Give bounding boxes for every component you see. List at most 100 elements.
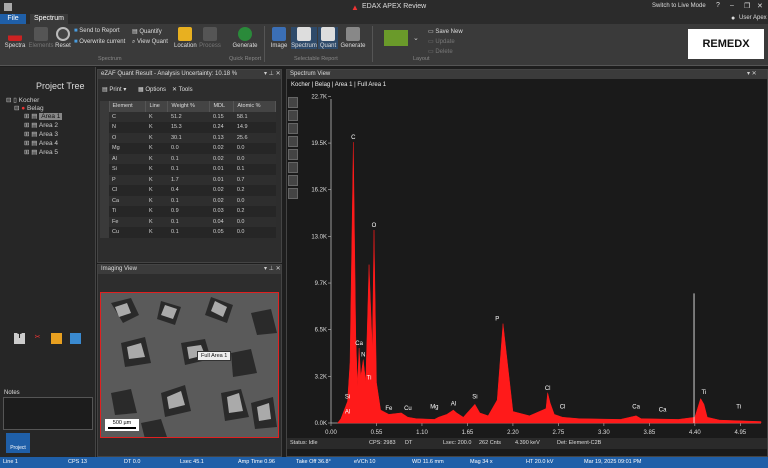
table-row[interactable]: O K 30.1 0.13 25.6: [100, 132, 276, 143]
row-header[interactable]: [100, 143, 109, 154]
y-tick-label: 0.0K: [315, 421, 327, 427]
text-tool-icon[interactable]: T: [14, 333, 25, 344]
row-header[interactable]: [100, 174, 109, 185]
overlay-icon[interactable]: [288, 149, 298, 160]
col-mdl[interactable]: MDL: [209, 101, 235, 112]
location-button[interactable]: Location: [174, 27, 197, 49]
expand-icon[interactable]: ⊞: [24, 122, 29, 129]
row-header[interactable]: [100, 111, 109, 122]
row-header[interactable]: [100, 206, 109, 217]
expand-icon[interactable]: ⊟: [6, 97, 11, 104]
col-element[interactable]: Element: [109, 101, 147, 112]
table-cell: 0.1: [167, 153, 210, 164]
pin-icon[interactable]: ▾ ✕: [747, 70, 757, 77]
expand-icon[interactable]: ⊞: [24, 113, 29, 120]
tree-area-3[interactable]: ⊞ ▤ Area 3: [24, 130, 58, 138]
generate-button[interactable]: Generate: [232, 27, 258, 49]
location-icon: [178, 27, 192, 41]
expand-icon[interactable]: ⊟: [14, 105, 19, 112]
restore-icon[interactable]: ❐: [744, 2, 750, 10]
live-mode-button[interactable]: Switch to Live Mode: [652, 3, 706, 9]
table-row[interactable]: Cu K 0.1 0.05 0.0: [100, 227, 276, 238]
tree-area-2[interactable]: ⊞ ▤ Area 2: [24, 121, 58, 129]
zoom-out-icon[interactable]: [288, 97, 298, 108]
peak-icon[interactable]: [288, 136, 298, 147]
quant-button[interactable]: Quant: [318, 27, 338, 49]
table-row[interactable]: Ti K 0.9 0.03 0.2: [100, 206, 276, 217]
chevron-down-icon[interactable]: ⌄: [413, 34, 419, 42]
process-button[interactable]: Process: [199, 27, 221, 49]
minimize-icon[interactable]: –: [730, 2, 734, 9]
options-button[interactable]: ▦ Options: [138, 86, 166, 93]
help-icon[interactable]: ?: [716, 2, 720, 9]
row-header[interactable]: [100, 227, 109, 238]
row-header[interactable]: [100, 164, 109, 175]
row-header[interactable]: [100, 195, 109, 206]
spectrum-chart[interactable]: 0.0K 3.2K 6.5K 9.7K 13.0K 16.2K 19.5K 22.7K 0.00…: [301, 93, 767, 438]
peak-label: Al: [345, 410, 350, 416]
send-to-report-button[interactable]: ■ Send to Report: [74, 28, 120, 34]
tree-area-4[interactable]: ⊞ ▤ Area 4: [24, 139, 58, 147]
view-quant-button[interactable]: ⌕ View Quant: [132, 39, 168, 46]
col-weight[interactable]: Weight %: [167, 101, 211, 112]
pin-icon[interactable]: ▾ ⊥ ✕: [264, 265, 281, 272]
print-button[interactable]: ▤ Print ▾: [102, 86, 126, 93]
cut-icon[interactable]: ✂: [32, 333, 43, 344]
image-tool-icon[interactable]: [70, 333, 81, 344]
overwrite-current-button[interactable]: ■ Overwrite current: [74, 39, 125, 45]
project-button[interactable]: Project: [6, 433, 30, 453]
zoom-fit-icon[interactable]: [288, 110, 298, 121]
table-cell: K: [145, 164, 168, 175]
image-button[interactable]: Image: [269, 27, 289, 49]
close-icon[interactable]: ✕: [757, 2, 763, 10]
tree-area-1[interactable]: ⊞ ▤ Area 1: [24, 112, 63, 120]
tree-sample[interactable]: ⊟ ● Belag: [14, 104, 44, 112]
row-header[interactable]: [100, 122, 109, 133]
quantify-button[interactable]: ▤ Quantify: [132, 28, 162, 35]
table-row[interactable]: C K 51.2 0.15 58.1: [100, 111, 276, 122]
table-row[interactable]: Ca K 0.1 0.02 0.0: [100, 195, 276, 206]
table-row[interactable]: N K 15.3 0.24 14.9: [100, 122, 276, 133]
table-row[interactable]: Mg K 0.0 0.02 0.0: [100, 143, 276, 154]
generate2-button[interactable]: Generate: [340, 27, 366, 49]
table-row[interactable]: Fe K 0.1 0.04 0.0: [100, 216, 276, 227]
update-button[interactable]: ▭ Update: [428, 38, 455, 45]
tools-button[interactable]: ✕ Tools: [172, 86, 193, 93]
tab-spectrum[interactable]: Spectrum: [30, 14, 68, 24]
row-header[interactable]: [100, 132, 109, 143]
row-header[interactable]: [100, 216, 109, 227]
spectrum-report-button[interactable]: Spectrum: [291, 27, 317, 49]
elements-button[interactable]: Elements: [28, 27, 54, 49]
layout-icon[interactable]: [384, 30, 408, 46]
table-row[interactable]: Cl K 0.4 0.02 0.2: [100, 185, 276, 196]
delete-button[interactable]: ▭ Delete: [428, 48, 453, 55]
row-header[interactable]: [100, 153, 109, 164]
save-new-button[interactable]: ▭ Save New: [428, 28, 463, 35]
tree-root[interactable]: ⊟ ▯ Kocher: [6, 96, 39, 104]
tree-area-5[interactable]: ⊞ ▤ Area 5: [24, 148, 58, 156]
notes-textarea[interactable]: [3, 397, 93, 430]
delete-label: Delete: [435, 49, 453, 55]
expand-icon[interactable]: ⊞: [24, 140, 29, 147]
user-name[interactable]: User Apex: [739, 15, 767, 21]
tab-file[interactable]: File: [0, 14, 26, 24]
save-spectrum-icon[interactable]: [288, 175, 298, 186]
table-row[interactable]: Si K 0.1 0.01 0.1: [100, 164, 276, 175]
sem-image[interactable]: Full Area 1 500 µm: [100, 292, 279, 438]
scale-icon[interactable]: [288, 123, 298, 134]
filter-icon[interactable]: [288, 188, 298, 199]
paste-icon[interactable]: [51, 333, 62, 344]
spectrum-kev: 4.390 keV: [515, 440, 540, 446]
col-atomic[interactable]: Atomic %: [233, 101, 276, 112]
col-line[interactable]: Line: [145, 101, 169, 112]
reset-button[interactable]: Reset: [55, 27, 71, 49]
row-header[interactable]: [100, 185, 109, 196]
expand-icon[interactable]: ⊞: [24, 149, 29, 156]
expand-icon[interactable]: ⊞: [24, 131, 29, 138]
table-row[interactable]: P K 1.7 0.01 0.7: [100, 174, 276, 185]
pin-icon[interactable]: ▾ ⊥ ✕: [264, 70, 281, 77]
spectra-button[interactable]: Spectra: [4, 27, 26, 49]
table-row[interactable]: Al K 0.1 0.02 0.0: [100, 153, 276, 164]
label-icon[interactable]: [288, 162, 298, 173]
area-label[interactable]: Full Area 1: [197, 351, 232, 361]
